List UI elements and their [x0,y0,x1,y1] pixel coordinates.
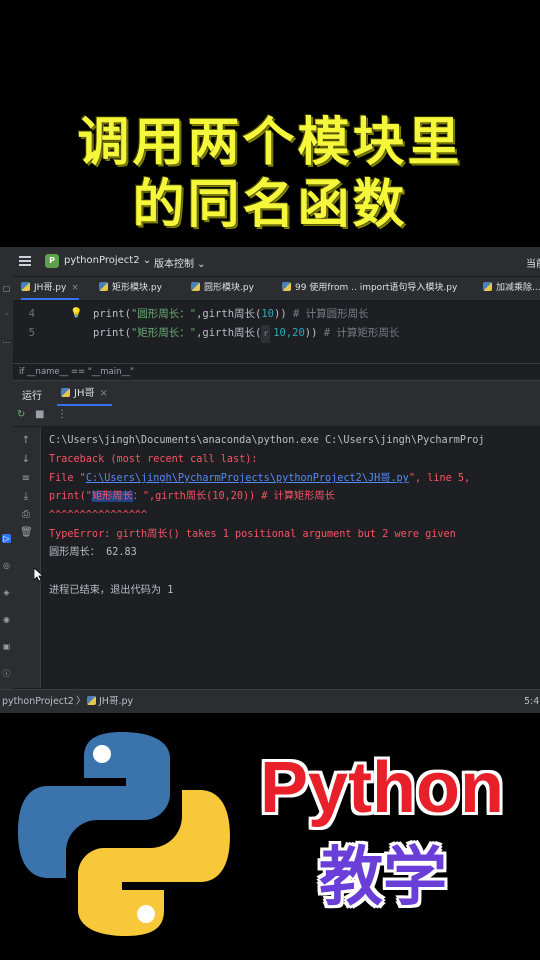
left-tool-strip: ▢ ◦ … ▷ ◎ ◈ ◉ ▣ ⓘ ⑂ [0,276,14,713]
project-switcher[interactable]: pythonProject2 ⌄ [64,255,151,266]
status-separator: 〉 [76,696,86,707]
tab-circle-module[interactable]: 圆形模块.py [191,277,254,300]
console-exit: 进程已结束，退出代码为 1 [49,585,174,596]
close-icon[interactable]: × [71,283,79,293]
python-file-icon [21,282,30,291]
tab-label: 矩形模块.py [112,283,162,293]
python-console-icon[interactable]: ◎ [2,561,11,570]
console-source-line: print("矩形周长：",girth周长(10,20)) # 计算矩形周长 [49,491,335,502]
console-cmd: C:\Users\jingh\Documents\anaconda\python… [49,435,485,446]
run-toolbar: ↻ ■ ⋮ [13,406,540,426]
problems-icon[interactable]: ⓘ [2,669,11,678]
rerun-icon[interactable]: ↻ [17,409,25,420]
console-traceback: Traceback (most recent call last): [49,454,258,465]
brand-title: Python [260,748,504,828]
python-file-icon [61,388,70,397]
python-file-icon [483,282,492,291]
brand-subtitle: 教学 [319,841,447,915]
line-number: 5 [28,327,35,339]
tab-arith[interactable]: 加减乘除... [483,277,540,300]
tab-label: 圆形模块.py [204,283,254,293]
packages-icon[interactable]: ◈ [2,588,11,597]
scroll-down-icon[interactable]: ↓ [20,454,32,465]
title-bar: P pythonProject2 ⌄ 版本控制 ⌄ 当前 [0,247,540,277]
vcs-menu[interactable]: 版本控制 ⌄ [154,255,206,270]
console-output: 圆形周长： 62.83 [49,547,137,558]
commit-icon[interactable]: ◦ [2,310,11,319]
code-text: print("圆形周长：",girth周长(10)) # 计算圆形周长 [93,308,369,320]
python-file-icon [282,282,291,291]
project-badge[interactable]: P [45,254,59,268]
code-line: 5 print("矩形周长：",girth周长(r 10,20)) # 计算矩形周… [13,324,540,343]
python-file-icon [99,282,108,291]
console-carets: ^^^^^^^^^^^^^^^^ [49,510,148,521]
status-file[interactable]: JH哥.py [87,690,133,713]
more-options-icon[interactable]: ⋮ [57,409,67,420]
python-file-icon [87,696,96,705]
folder-icon[interactable]: ▢ [2,284,11,293]
main-menu-icon[interactable] [19,256,31,266]
tab-import-demo[interactable]: 99 使用from .. import语句导入模块.py [282,277,457,300]
file-link[interactable]: C:\Users\jingh\PycharmProjects\pythonPro… [86,473,409,484]
soft-wrap-icon[interactable]: ≡ [20,473,32,484]
console-side-toolbar: ↑ ↓ ≡ ⤓ ⎙ 🗑 [13,427,41,688]
print-icon[interactable]: ⎙ [20,509,32,520]
tab-label: JH哥.py [34,283,67,293]
run-config[interactable]: 当前 [526,255,540,270]
console-error: TypeError: girth周长() takes 1 positional … [49,529,456,540]
close-icon[interactable]: × [99,388,107,399]
python-file-icon [191,282,200,291]
run-panel-title: 运行 [22,391,42,402]
code-line: 4 💡 print("圆形周长：",girth周长(10)) # 计算圆形周长 [13,305,540,323]
stop-icon[interactable]: ■ [35,409,44,420]
status-file-label: JH哥.py [99,696,134,707]
run-tab-jh[interactable]: JH哥 × [57,381,112,406]
scroll-to-end-icon[interactable]: ⤓ [20,491,32,502]
tab-jh[interactable]: JH哥.py × [21,277,79,300]
headline: 调用两个模块里 的同名函数 [0,112,540,236]
tab-label: 99 使用from .. import语句导入模块.py [295,283,458,293]
services-icon[interactable]: ◉ [2,615,11,624]
run-panel-header: 运行 JH哥 × [13,380,540,406]
terminal-icon[interactable]: ▣ [2,642,11,651]
status-bar: pythonProject2 〉 JH哥.py 5:4 [0,689,540,713]
code-editor[interactable]: 4 💡 print("圆形周长：",girth周长(10)) # 计算圆形周长 … [13,301,540,355]
line-number: 4 [28,308,35,320]
tab-label: 加减乘除... [496,283,540,293]
run-console[interactable]: ↑ ↓ ≡ ⤓ ⎙ 🗑 C:\Users\jingh\Documents\ana… [13,427,540,688]
status-project[interactable]: pythonProject2 [2,690,74,713]
run-tool-icon[interactable]: ▷ [2,534,11,543]
lightbulb-icon[interactable]: 💡 [70,305,82,323]
selected-text: 矩形周长 [91,491,133,502]
param-hint: r [261,325,271,343]
status-position[interactable]: 5:4 [524,690,539,713]
code-breadcrumb[interactable]: if __name__ == "__main__" [13,363,540,380]
python-logo-icon [18,732,230,936]
scroll-up-icon[interactable]: ↑ [20,435,32,446]
console-file-line: File "C:\Users\jingh\PycharmProjects\pyt… [49,473,471,484]
ide-window: P pythonProject2 ⌄ 版本控制 ⌄ 当前 ▢ ◦ … ▷ ◎ ◈… [0,247,540,713]
code-text: print("矩形周长：",girth周长(r 10,20)) # 计算矩形周长 [93,324,399,343]
more-icon[interactable]: … [2,336,11,345]
run-tab-label: JH哥 [74,388,95,399]
tab-rect-module[interactable]: 矩形模块.py [99,277,162,300]
headline-line-2: 的同名函数 [132,175,408,235]
headline-line-1: 调用两个模块里 [77,113,463,173]
trash-icon[interactable]: 🗑 [20,527,33,538]
editor-tab-bar: JH哥.py × 矩形模块.py 圆形模块.py 99 使用from .. imp… [13,277,540,301]
mouse-cursor-icon [34,568,43,582]
